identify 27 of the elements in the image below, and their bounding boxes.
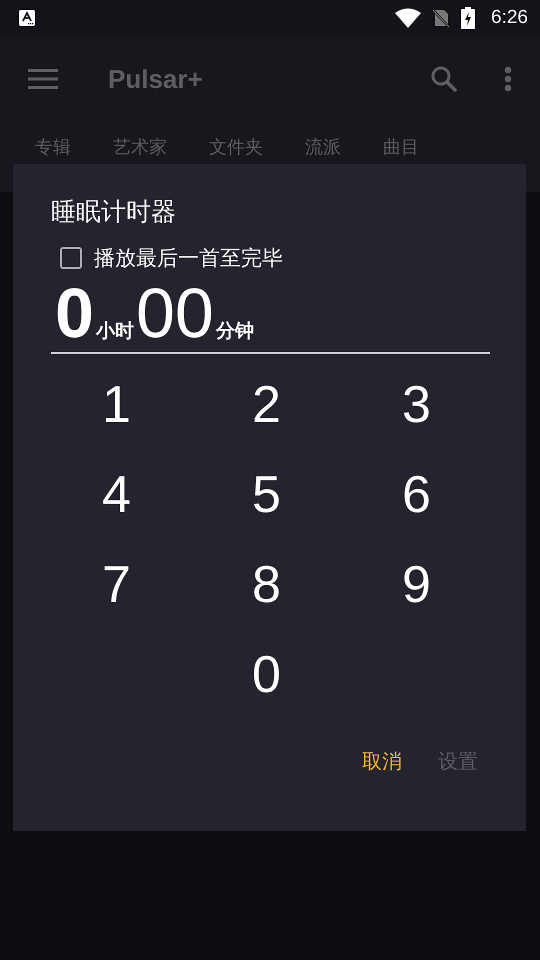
keypad-key[interactable]: 4: [42, 450, 192, 540]
search-icon[interactable]: [430, 65, 458, 93]
clock-time: 6:26: [491, 7, 528, 29]
menu-icon[interactable]: [28, 68, 58, 90]
keypad-key[interactable]: 6: [342, 450, 492, 540]
wifi-icon: [395, 8, 422, 28]
battery-charging-icon: [461, 7, 476, 29]
minutes-unit: 分钟: [216, 319, 254, 344]
keypad-key[interactable]: 1: [42, 360, 192, 450]
checkbox[interactable]: [60, 247, 82, 269]
accessibility-notification-icon: [19, 10, 35, 26]
keypad-key[interactable]: 0: [192, 630, 342, 720]
keypad-key[interactable]: 9: [342, 540, 492, 630]
keypad-key[interactable]: 2: [192, 360, 342, 450]
hours-value: 0: [55, 280, 94, 346]
hours-unit: 小时: [96, 319, 134, 344]
app-title: Pulsar+: [108, 64, 204, 94]
keypad-key[interactable]: 8: [192, 540, 342, 630]
dialog-button[interactable]: 取消: [354, 738, 410, 785]
keypad-key[interactable]: 5: [192, 450, 342, 540]
dialog-title: 睡眠计时器: [51, 196, 177, 228]
minutes-value: 00: [136, 280, 214, 346]
more-options-icon[interactable]: [504, 66, 512, 92]
keypad-key[interactable]: 3: [342, 360, 492, 450]
no-sim-icon: [431, 8, 452, 28]
keypad-key[interactable]: 7: [42, 540, 192, 630]
checkbox-label: 播放最后一首至完毕: [94, 245, 283, 272]
